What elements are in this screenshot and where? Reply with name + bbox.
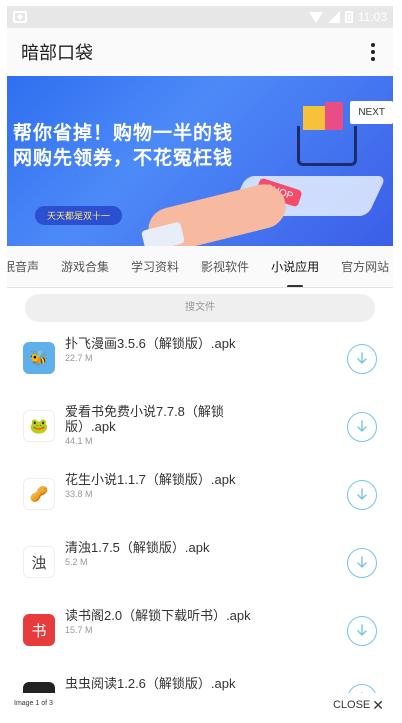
file-size: 15.7 M <box>65 625 93 635</box>
file-info: 爱看书免费小说7.7.8（解锁版）.apk 44.1 M <box>65 404 261 446</box>
file-info: 虫虫阅读1.2.6（解锁版）.apk <box>65 676 261 693</box>
bee-app-icon: 🐝 <box>23 342 55 374</box>
file-name: 清浊1.7.5（解锁版）.apk <box>65 540 210 555</box>
file-row[interactable]: 🐝 扑飞漫画3.5.6（解锁版）.apk 22.7 M <box>7 336 393 404</box>
status-bar: ◆ 11:03 <box>7 6 393 28</box>
file-row[interactable]: 🐸 爱看书免费小说7.7.8（解锁版）.apk 44.1 M <box>7 404 393 472</box>
file-name: 读书阁2.0（解锁下载听书）.apk <box>65 608 251 623</box>
file-row[interactable]: 浊清浊1.7.5（解锁版）.apk 5.2 M <box>7 540 393 608</box>
tab-games[interactable]: 游戏合集 <box>50 246 120 287</box>
app-window: ◆ 11:03 暗部口袋 SHOP 帮你省掉！购物一半的钱 网购先领券，不花冤枉… <box>7 6 393 693</box>
status-time: 11:03 <box>357 10 387 24</box>
file-name: 爱看书免费小说7.7.8（解锁版）.apk <box>65 404 224 434</box>
tab-audio[interactable]: 眠音声 <box>7 246 50 287</box>
file-name: 虫虫阅读1.2.6（解锁版）.apk <box>65 676 236 691</box>
peanut-app-icon: 🥜 <box>23 478 55 510</box>
file-list: 🐝 扑飞漫画3.5.6（解锁版）.apk 22.7 M 🐸 爱看书免费小说7.7.8（解… <box>7 336 393 693</box>
viewer-footer: Image 1 of 3 CLOSE ✕ <box>0 693 402 723</box>
banner-headline: 帮你省掉！购物一半的钱 <box>13 122 234 144</box>
download-icon <box>357 624 367 636</box>
file-row[interactable]: 🥜 花生小说1.1.7（解锁版）.apk 33.8 M <box>7 472 393 540</box>
image-counter: Image 1 of 3 <box>14 700 53 707</box>
file-info: 花生小说1.1.7（解锁版）.apk 33.8 M <box>65 472 261 499</box>
file-size: 5.2 M <box>65 557 88 567</box>
file-size: 44.1 M <box>65 436 93 446</box>
tab-novel-apps[interactable]: 小说应用 <box>260 246 330 287</box>
file-size: 22.7 M <box>65 353 93 363</box>
close-label: CLOSE <box>332 699 371 711</box>
notification-icon: ◆ <box>13 11 27 23</box>
wifi-icon <box>308 11 323 23</box>
file-row[interactable]: 虫虫阅读1.2.6（解锁版）.apk <box>7 676 393 693</box>
more-menu-icon[interactable] <box>367 39 379 65</box>
download-icon <box>357 488 367 500</box>
gift-box-illustration <box>325 102 343 130</box>
download-button[interactable] <box>347 344 377 374</box>
file-info: 读书阁2.0（解锁下载听书）.apk 15.7 M <box>65 608 261 635</box>
tab-learning[interactable]: 学习资料 <box>120 246 190 287</box>
file-size: 33.8 M <box>65 489 93 499</box>
promo-banner[interactable]: SHOP 帮你省掉！购物一半的钱 网购先领券，不花冤枉钱 天天都是双十一 NEX… <box>7 76 393 246</box>
download-button[interactable] <box>347 684 377 693</box>
download-icon <box>357 352 367 364</box>
battery-icon <box>344 11 353 23</box>
download-icon <box>357 420 367 432</box>
file-info: 扑飞漫画3.5.6（解锁版）.apk 22.7 M <box>65 336 261 363</box>
tab-official-sites[interactable]: 官方网站 <box>330 246 393 287</box>
close-icon: ✕ <box>372 697 384 713</box>
close-button[interactable]: CLOSE ✕ <box>332 697 384 713</box>
file-row[interactable]: 书读书阁2.0（解锁下载听书）.apk 15.7 M <box>7 608 393 676</box>
download-button[interactable] <box>347 480 377 510</box>
download-button[interactable] <box>347 548 377 578</box>
banner-pill: 天天都是双十一 <box>35 206 123 225</box>
tab-video-apps[interactable]: 影视软件 <box>190 246 260 287</box>
file-info: 清浊1.7.5（解锁版）.apk 5.2 M <box>65 540 261 567</box>
next-button[interactable]: NEXT <box>350 101 393 124</box>
download-button[interactable] <box>347 412 377 442</box>
download-icon <box>357 556 367 568</box>
app-bar: 暗部口袋 <box>7 28 393 76</box>
bug-app-icon <box>23 682 55 693</box>
file-content: 搜文件 🐝 扑飞漫画3.5.6（解锁版）.apk 22.7 M 🐸 爱看书免费小说7.7… <box>7 288 393 693</box>
signal-icon <box>327 11 340 23</box>
app-title: 暗部口袋 <box>21 43 93 63</box>
book-app-icon: 书 <box>23 614 55 646</box>
cart-illustration <box>297 126 357 166</box>
frog-app-icon: 🐸 <box>23 410 55 442</box>
search-input[interactable]: 搜文件 <box>25 294 375 322</box>
qingzhuo-app-icon: 浊 <box>23 546 55 578</box>
file-name: 花生小说1.1.7（解锁版）.apk <box>65 472 236 487</box>
category-tabs: 眠音声 游戏合集 学习资料 影视软件 小说应用 官方网站 <box>7 246 393 288</box>
download-button[interactable] <box>347 616 377 646</box>
gift-box-illustration <box>303 106 325 130</box>
file-name: 扑飞漫画3.5.6（解锁版）.apk <box>65 336 236 351</box>
banner-subheadline: 网购先领券，不花冤枉钱 <box>13 147 234 169</box>
